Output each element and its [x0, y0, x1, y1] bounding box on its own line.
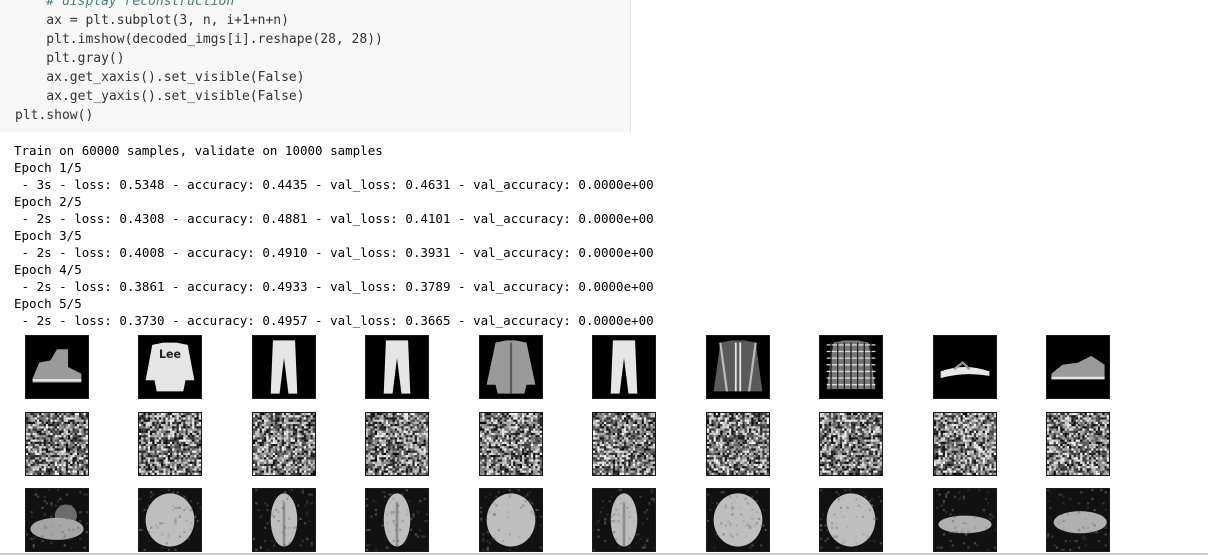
log-line: Epoch 5/5 [14, 296, 82, 311]
original-image-graphic [253, 336, 315, 398]
cell-output: Train on 60000 samples, validate on 1000… [0, 132, 1208, 555]
original-image-graphic [593, 336, 655, 398]
noisy-image-graphic [253, 413, 315, 475]
original-image-graphic [480, 336, 542, 398]
original-image [1046, 335, 1110, 399]
code-line: # display reconstruction [15, 0, 235, 9]
code-editor[interactable]: # display reconstruction ax = plt.subplo… [15, 0, 383, 125]
log-line: - 2s - loss: 0.3730 - accuracy: 0.4957 -… [14, 313, 654, 328]
reconstruction-image-graphic [480, 489, 542, 551]
noisy-image-graphic [1047, 413, 1109, 475]
reconstruction-image-graphic [934, 489, 996, 551]
reconstruction-image [365, 488, 429, 552]
original-image-graphic: Lee [139, 336, 201, 398]
code-line: ax.get_xaxis().set_visible(False) [15, 70, 305, 85]
original-image-graphic [934, 336, 996, 398]
log-line: Epoch 3/5 [14, 228, 82, 243]
original-image-graphic [1047, 336, 1109, 398]
noisy-image [365, 412, 429, 476]
reconstruction-image [1046, 488, 1110, 552]
noisy-image [1046, 412, 1110, 476]
reconstruction-image [252, 488, 316, 552]
reconstruction-image-graphic [593, 489, 655, 551]
original-image-graphic [820, 336, 882, 398]
noisy-image [819, 412, 883, 476]
reconstruction-image [479, 488, 543, 552]
reconstruction-image [819, 488, 883, 552]
noisy-image-graphic [707, 413, 769, 475]
noisy-image [252, 412, 316, 476]
log-line: - 3s - loss: 0.5348 - accuracy: 0.4435 -… [14, 177, 654, 192]
original-image: Lee [138, 335, 202, 399]
log-line: - 2s - loss: 0.4308 - accuracy: 0.4881 -… [14, 211, 654, 226]
reconstruction-image [25, 488, 89, 552]
log-line: Epoch 2/5 [14, 194, 82, 209]
code-line: ax.get_yaxis().set_visible(False) [15, 89, 305, 104]
noisy-image-graphic [593, 413, 655, 475]
original-image [252, 335, 316, 399]
original-image [592, 335, 656, 399]
noisy-image-graphic [366, 413, 428, 475]
noisy-image [479, 412, 543, 476]
noisy-image [706, 412, 770, 476]
reconstruction-image-graphic [366, 489, 428, 551]
noisy-image-graphic [26, 413, 88, 475]
svg-text:Lee: Lee [159, 348, 181, 361]
training-log: Train on 60000 samples, validate on 1000… [14, 142, 654, 329]
original-image-graphic [26, 336, 88, 398]
noisy-image [933, 412, 997, 476]
reconstruction-image [706, 488, 770, 552]
code-line: plt.show() [15, 108, 94, 123]
noisy-image-graphic [820, 413, 882, 475]
reconstruction-image-graphic [1047, 489, 1109, 551]
noisy-image-graphic [480, 413, 542, 475]
noisy-image [138, 412, 202, 476]
code-cell[interactable]: # display reconstruction ax = plt.subplo… [0, 0, 631, 132]
noisy-image [592, 412, 656, 476]
log-line: - 2s - loss: 0.3861 - accuracy: 0.4933 -… [14, 279, 654, 294]
log-line: Train on 60000 samples, validate on 1000… [14, 143, 383, 158]
code-line: plt.gray() [15, 51, 125, 66]
log-line: Epoch 4/5 [14, 262, 82, 277]
image-grid-figure: Lee [0, 332, 1208, 555]
reconstruction-image [933, 488, 997, 552]
reconstruction-image-graphic [26, 489, 88, 551]
original-image [706, 335, 770, 399]
original-image [933, 335, 997, 399]
original-image-graphic [707, 336, 769, 398]
original-image [479, 335, 543, 399]
reconstruction-image-graphic [707, 489, 769, 551]
noisy-image-graphic [934, 413, 996, 475]
code-line: ax = plt.subplot(3, n, i+1+n+n) [15, 13, 289, 28]
reconstruction-image [138, 488, 202, 552]
original-image-graphic [366, 336, 428, 398]
original-image [365, 335, 429, 399]
original-image [25, 335, 89, 399]
reconstruction-image-graphic [253, 489, 315, 551]
log-line: Epoch 1/5 [14, 160, 82, 175]
noisy-image [25, 412, 89, 476]
noisy-image-graphic [139, 413, 201, 475]
original-image [819, 335, 883, 399]
reconstruction-image [592, 488, 656, 552]
log-line: - 2s - loss: 0.4008 - accuracy: 0.4910 -… [14, 245, 654, 260]
reconstruction-image-graphic [820, 489, 882, 551]
code-line: plt.imshow(decoded_imgs[i].reshape(28, 2… [15, 32, 383, 47]
reconstruction-image-graphic [139, 489, 201, 551]
